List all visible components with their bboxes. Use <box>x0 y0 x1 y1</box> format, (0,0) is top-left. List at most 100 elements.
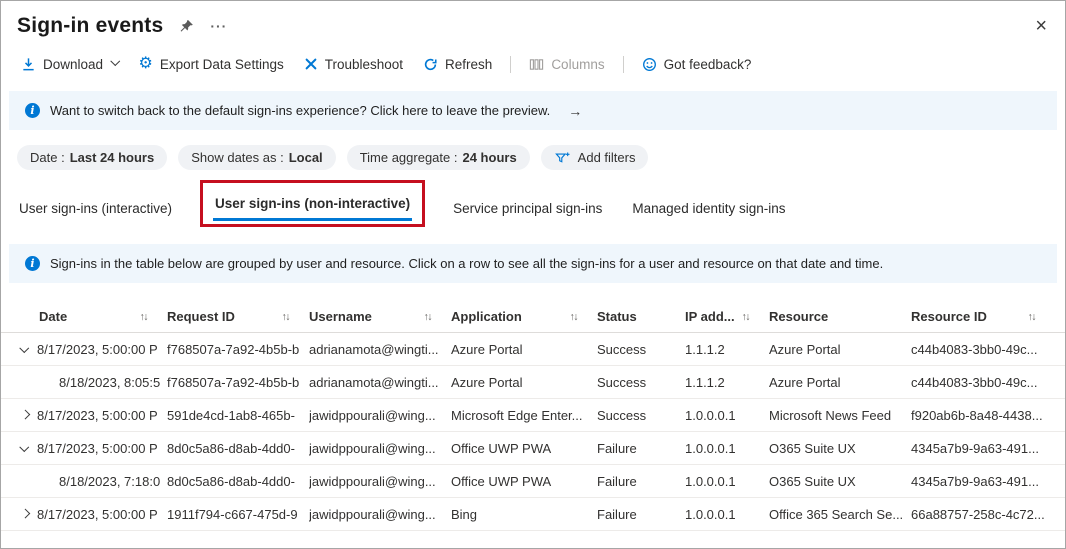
cell-resource-id: f920ab6b-8a48-4438... <box>911 408 1055 423</box>
chevron-down-icon <box>111 56 120 65</box>
cell-text: adrianamota@wingti... <box>309 342 439 357</box>
column-header-date[interactable]: Date ↑↓ <box>17 309 167 324</box>
cell-text: f768507a-7a92-4b5b-b <box>167 342 299 357</box>
gear-icon: ⚙ <box>139 56 153 72</box>
cell-text: 66a88757-258c-4c72... <box>911 507 1045 522</box>
column-header-username[interactable]: Username ↑↓ <box>309 309 451 324</box>
column-label: Request ID <box>167 309 235 324</box>
column-header-request-id[interactable]: Request ID ↑↓ <box>167 309 309 324</box>
pin-icon[interactable] <box>179 19 194 34</box>
table-body: 8/17/2023, 5:00:00 P f768507a-7a92-4b5b-… <box>1 333 1065 531</box>
tab-managed-identity-signins[interactable]: Managed identity sign-ins <box>630 190 787 226</box>
column-label: Username <box>309 309 372 324</box>
tab-user-signins-non-interactive[interactable]: User sign-ins (non-interactive) <box>213 185 412 221</box>
download-button[interactable]: Download <box>11 52 129 77</box>
columns-label: Columns <box>551 57 604 72</box>
filter-bar: Date : Last 24 hours Show dates as : Loc… <box>1 130 1065 178</box>
cell-request-id: f768507a-7a92-4b5b-b <box>167 342 309 357</box>
download-label: Download <box>43 57 103 72</box>
cell-text: O365 Suite UX <box>769 474 856 489</box>
sort-icon[interactable]: ↑↓ <box>1028 311 1036 323</box>
column-label: Resource <box>769 309 828 324</box>
export-data-settings-label: Export Data Settings <box>160 57 284 72</box>
export-data-settings-button[interactable]: ⚙ Export Data Settings <box>129 51 294 77</box>
cell-username: jawidppourali@wing... <box>309 507 451 522</box>
cell-text: Office UWP PWA <box>451 474 551 489</box>
chevron-down-icon[interactable] <box>17 346 31 353</box>
toolbar-separator <box>623 56 624 73</box>
chevron-right-icon[interactable] <box>17 412 31 419</box>
cell-resource: Azure Portal <box>769 342 911 357</box>
column-header-resource[interactable]: Resource <box>769 309 911 324</box>
add-filters-button[interactable]: Add filters <box>541 145 649 170</box>
column-header-status[interactable]: Status <box>597 309 685 324</box>
filter-label: Show dates as : <box>191 150 284 165</box>
arrow-right-icon[interactable]: → <box>568 103 582 119</box>
cell-text: 8/17/2023, 5:00:00 P <box>37 408 158 423</box>
table-row[interactable]: 8/17/2023, 5:00:00 P 591de4cd-1ab8-465b-… <box>1 399 1065 432</box>
preview-banner-text[interactable]: Want to switch back to the default sign-… <box>50 103 550 118</box>
cell-request-id: 8d0c5a86-d8ab-4dd0- <box>167 474 309 489</box>
grouping-banner: i Sign-ins in the table below are groupe… <box>9 244 1057 283</box>
cell-text: 8/17/2023, 5:00:00 P <box>37 441 158 456</box>
more-options-icon[interactable]: ··· <box>210 18 227 34</box>
table-row[interactable]: 8/18/2023, 7:18:0 8d0c5a86-d8ab-4dd0- ja… <box>1 465 1065 498</box>
cell-text: jawidppourali@wing... <box>309 507 436 522</box>
filter-pill-show-dates-as[interactable]: Show dates as : Local <box>178 145 335 170</box>
cell-request-id: f768507a-7a92-4b5b-b <box>167 375 309 390</box>
sort-icon[interactable]: ↑↓ <box>140 311 148 323</box>
cell-date: 8/17/2023, 5:00:00 P <box>17 507 167 522</box>
cell-text: Azure Portal <box>769 375 841 390</box>
sort-icon[interactable]: ↑↓ <box>424 311 432 323</box>
tab-service-principal-signins[interactable]: Service principal sign-ins <box>451 190 604 226</box>
column-label: Status <box>597 309 637 324</box>
feedback-button[interactable]: Got feedback? <box>632 52 762 77</box>
filter-value: Local <box>289 150 323 165</box>
cell-text: 591de4cd-1ab8-465b- <box>167 408 295 423</box>
column-header-resource-id[interactable]: Resource ID ↑↓ <box>911 309 1055 324</box>
table-row[interactable]: 8/17/2023, 5:00:00 P 1911f794-c667-475d-… <box>1 498 1065 531</box>
table-row[interactable]: 8/17/2023, 5:00:00 P 8d0c5a86-d8ab-4dd0-… <box>1 432 1065 465</box>
cell-text: jawidppourali@wing... <box>309 441 436 456</box>
cell-resource: Azure Portal <box>769 375 911 390</box>
cell-status: Success <box>597 342 685 357</box>
cell-text: jawidppourali@wing... <box>309 408 436 423</box>
cell-resource: Microsoft News Feed <box>769 408 911 423</box>
cell-status: Failure <box>597 507 685 522</box>
cell-text: Failure <box>597 474 637 489</box>
cell-text: Azure Portal <box>451 342 523 357</box>
cell-text: 8/18/2023, 8:05:5 <box>37 375 160 390</box>
cell-application: Office UWP PWA <box>451 474 597 489</box>
table-row[interactable]: 8/17/2023, 5:00:00 P f768507a-7a92-4b5b-… <box>1 333 1065 366</box>
cell-username: adrianamota@wingti... <box>309 342 451 357</box>
cell-text: Office UWP PWA <box>451 441 551 456</box>
cell-application: Microsoft Edge Enter... <box>451 408 597 423</box>
sort-icon[interactable]: ↑↓ <box>742 311 750 323</box>
preview-banner: i Want to switch back to the default sig… <box>9 91 1057 130</box>
column-header-application[interactable]: Application ↑↓ <box>451 309 597 324</box>
chevron-down-icon[interactable] <box>17 445 31 452</box>
filter-pill-time-aggregate[interactable]: Time aggregate : 24 hours <box>347 145 530 170</box>
sort-icon[interactable]: ↑↓ <box>282 311 290 323</box>
cell-ip-address: 1.0.0.0.1 <box>685 507 769 522</box>
cell-resource: O365 Suite UX <box>769 474 911 489</box>
signins-table: Date ↑↓ Request ID ↑↓ Username ↑↓ Applic… <box>1 301 1065 531</box>
cell-resource-id: c44b4083-3bb0-49c... <box>911 375 1055 390</box>
tab-user-signins-interactive[interactable]: User sign-ins (interactive) <box>17 190 174 226</box>
cell-text: 8d0c5a86-d8ab-4dd0- <box>167 441 295 456</box>
title-bar: Sign-in events ··· × <box>1 1 1065 45</box>
cell-text: 1.1.1.2 <box>685 375 725 390</box>
refresh-button[interactable]: Refresh <box>413 52 502 77</box>
columns-button[interactable]: Columns <box>519 52 614 77</box>
filter-pill-date[interactable]: Date : Last 24 hours <box>17 145 167 170</box>
close-icon[interactable]: × <box>1035 16 1047 36</box>
cell-text: 8/17/2023, 5:00:00 P <box>37 507 158 522</box>
cell-text: f768507a-7a92-4b5b-b <box>167 375 299 390</box>
table-row[interactable]: 8/18/2023, 8:05:5 f768507a-7a92-4b5b-b a… <box>1 366 1065 399</box>
sort-icon[interactable]: ↑↓ <box>570 311 578 323</box>
chevron-right-icon[interactable] <box>17 511 31 518</box>
cell-username: jawidppourali@wing... <box>309 474 451 489</box>
troubleshoot-label: Troubleshoot <box>325 57 403 72</box>
column-header-ip-address[interactable]: IP add... ↑↓ <box>685 309 769 324</box>
troubleshoot-button[interactable]: Troubleshoot <box>294 52 413 77</box>
